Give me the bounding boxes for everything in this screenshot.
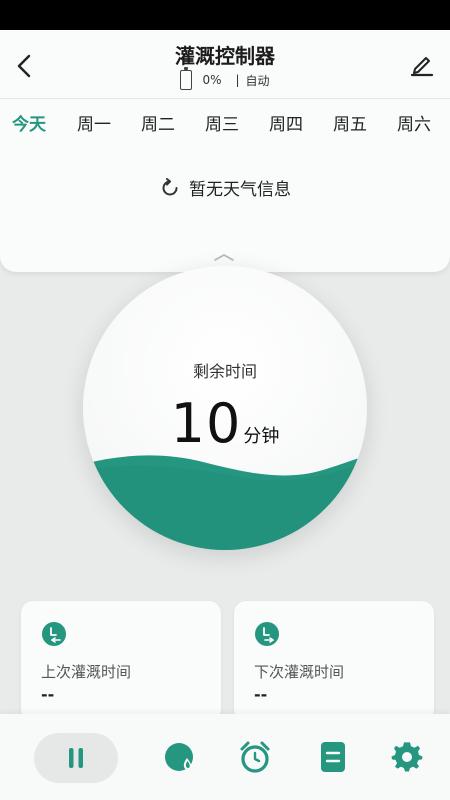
bottom-nav — [0, 714, 450, 800]
gear-icon — [391, 742, 423, 772]
tab-tuesday[interactable]: 周二 — [141, 110, 175, 135]
last-irrigation-value: -- — [41, 685, 55, 704]
water-button[interactable] — [157, 734, 203, 780]
next-irrigation-card: 下次灌溉时间 -- — [234, 601, 434, 721]
settings-button[interactable] — [384, 734, 430, 780]
top-panel: 灌溉控制器 0% | 自动 今天 周一 周二 周三 周四 周五 周六 暂无天气信… — [0, 30, 450, 272]
next-irrigation-label: 下次灌溉时间 — [254, 663, 345, 681]
edit-button[interactable] — [406, 48, 438, 80]
refresh-icon[interactable] — [159, 177, 181, 199]
collapse-handle[interactable] — [212, 252, 236, 266]
header: 灌溉控制器 0% | 自动 — [0, 30, 450, 98]
device-status: 0% | 自动 — [0, 67, 450, 90]
weather-info[interactable]: 暂无天气信息 — [0, 175, 450, 200]
tab-friday[interactable]: 周五 — [333, 110, 367, 135]
alarm-clock-icon — [240, 741, 270, 773]
pencil-icon — [410, 57, 434, 77]
day-tabs: 今天 周一 周二 周三 周四 周五 周六 — [0, 104, 450, 140]
next-irrigation-value: -- — [254, 685, 268, 704]
tab-today[interactable]: 今天 — [12, 110, 46, 135]
status-bar — [0, 0, 450, 30]
water-drop-icon — [165, 743, 193, 771]
tab-wednesday[interactable]: 周三 — [205, 110, 239, 135]
pause-icon — [69, 748, 83, 768]
last-irrigation-card: 上次灌溉时间 -- — [21, 601, 221, 721]
remaining-time-dial: 剩余时间 10 分钟 — [83, 266, 367, 550]
page-title: 灌溉控制器 — [175, 44, 275, 68]
remaining-unit: 分钟 — [243, 426, 280, 447]
separator: | — [235, 73, 240, 87]
remaining-minutes: 10 — [170, 392, 242, 455]
header-divider — [0, 98, 450, 99]
clock-back-icon — [41, 621, 67, 651]
dial-label: 剩余时间 — [192, 362, 257, 381]
last-irrigation-label: 上次灌溉时间 — [41, 663, 132, 681]
battery-percent: 0% — [202, 73, 222, 87]
alarm-button[interactable] — [232, 734, 278, 780]
battery-icon — [180, 67, 193, 90]
schedule-button[interactable] — [310, 734, 356, 780]
list-icon — [321, 742, 345, 772]
tab-monday[interactable]: 周一 — [77, 110, 111, 135]
clock-forward-icon — [254, 621, 280, 651]
chevron-up-icon — [214, 254, 234, 261]
dial-value: 10 分钟 — [83, 392, 367, 455]
pause-button[interactable] — [34, 733, 118, 783]
mode-label: 自动 — [245, 73, 270, 88]
tab-thursday[interactable]: 周四 — [269, 110, 303, 135]
weather-text: 暂无天气信息 — [189, 180, 291, 200]
tab-saturday[interactable]: 周六 — [397, 110, 431, 135]
